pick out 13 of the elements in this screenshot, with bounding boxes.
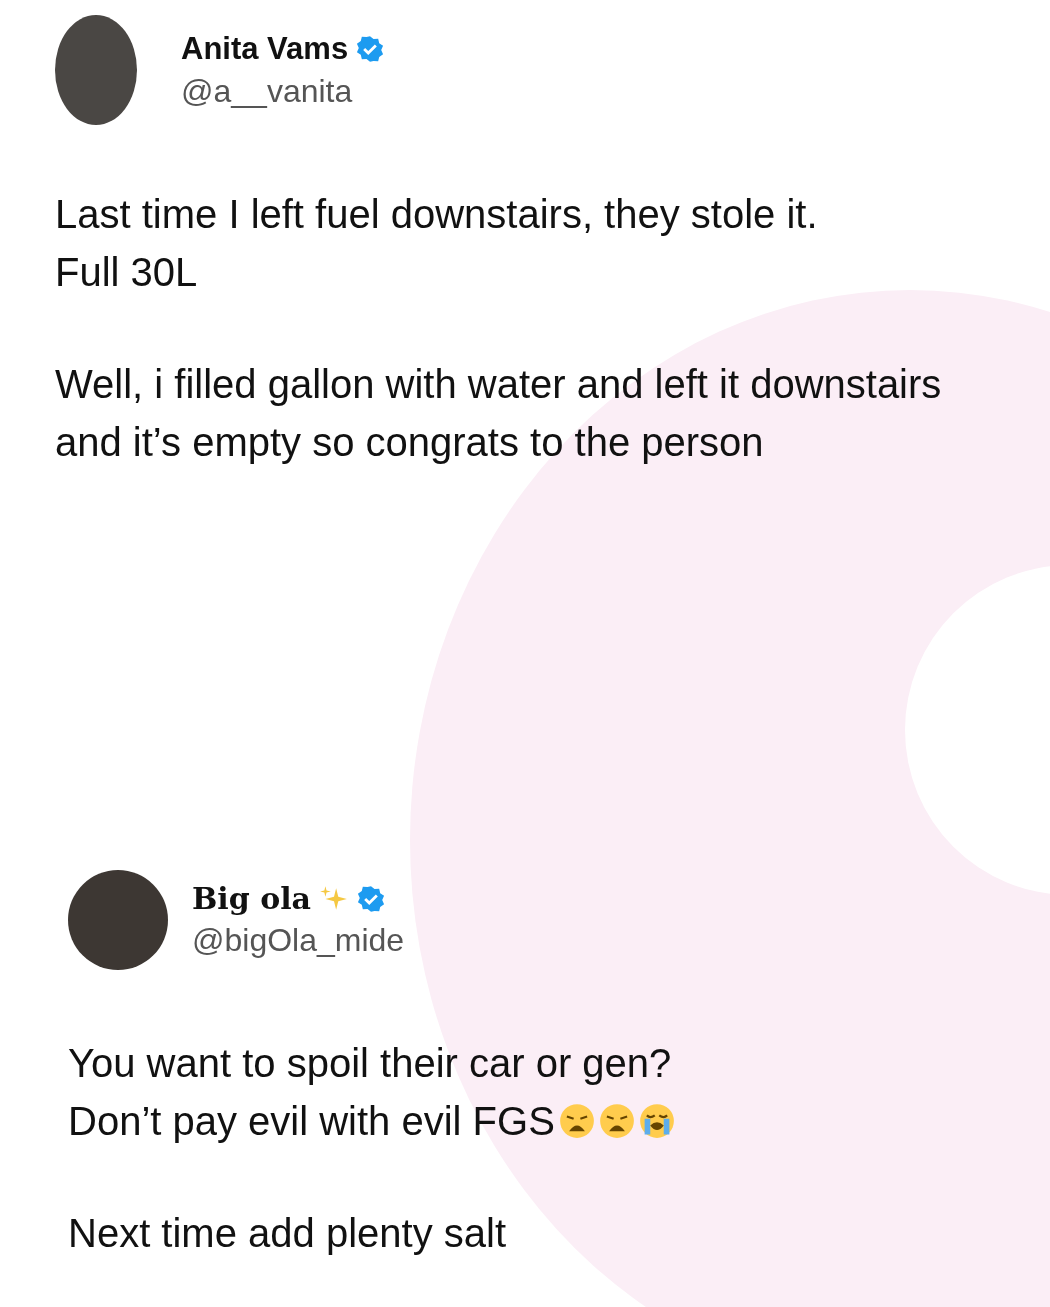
post-text: Well, i filled gallon with water and left it downstairs and it’s empty so congrats to the person — [55, 361, 943, 466]
weary-face-icon — [558, 1103, 595, 1139]
user-handle[interactable]: @bigOla_mide — [192, 922, 405, 959]
weary-face-icon — [598, 1103, 635, 1139]
user-name[interactable]: Big ola — [192, 881, 312, 916]
crying-face-icon — [638, 1103, 675, 1139]
post-text: Next time add plenty salt — [68, 1210, 507, 1257]
post-text: Last time I left fuel downstairs, they stole it. — [55, 191, 819, 238]
user-name[interactable]: Anita Vams — [181, 30, 349, 67]
post-text: Full 30L — [55, 249, 199, 296]
post-text: Don’t pay evil with evil FGS — [68, 1098, 555, 1145]
user-handle[interactable]: @a__vanita — [181, 72, 385, 110]
post-text: You want to spoil their car or gen? — [68, 1040, 673, 1087]
